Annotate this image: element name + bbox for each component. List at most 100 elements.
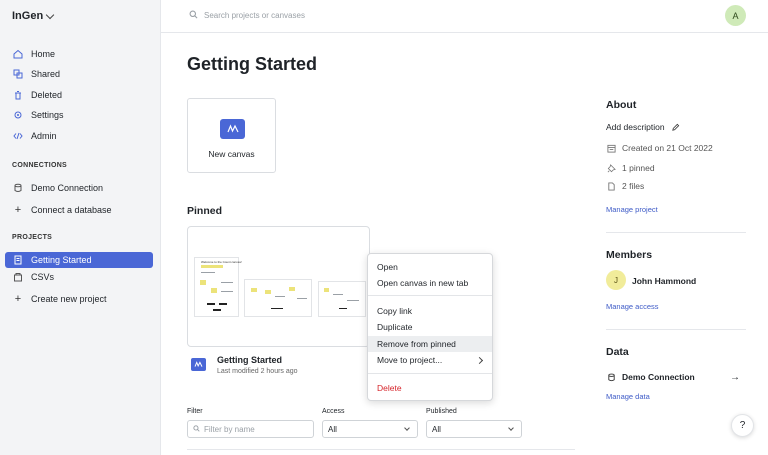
sidebar-item-label: Getting Started xyxy=(31,255,92,265)
pencil-icon xyxy=(671,122,681,132)
sidebar-item-csvs[interactable]: CSVs xyxy=(5,269,153,285)
plus-icon: + xyxy=(14,293,22,305)
menu-item-open[interactable]: Open xyxy=(368,259,492,275)
add-description-button[interactable]: Add description xyxy=(606,122,681,132)
data-connection-name: Demo Connection xyxy=(622,372,695,382)
pinned-card-title: Getting Started xyxy=(217,355,283,365)
sidebar-item-label: Settings xyxy=(31,110,64,120)
page-title: Getting Started xyxy=(187,54,318,74)
menu-item-label: Delete xyxy=(377,383,402,393)
menu-item-move-to-project[interactable]: Move to project... xyxy=(368,352,492,368)
gear-icon xyxy=(13,110,23,120)
menu-item-label: Duplicate xyxy=(377,322,413,332)
sidebar-item-deleted[interactable]: Deleted xyxy=(5,87,153,103)
sidebar-item-shared[interactable]: Shared xyxy=(5,66,153,82)
manage-data-link[interactable]: Manage data xyxy=(606,392,650,401)
chevron-right-icon xyxy=(475,356,484,364)
sidebar-item-demo-connection[interactable]: Demo Connection xyxy=(5,180,153,196)
sidebar: InGen Home Shared Deleted Settings Admin… xyxy=(0,0,161,455)
thumbnail-title: Welcome to the Count canvas! xyxy=(201,260,242,264)
code-icon xyxy=(13,131,23,141)
pin-icon xyxy=(606,163,616,173)
data-connection-item[interactable]: Demo Connection → xyxy=(606,372,746,383)
divider xyxy=(606,232,746,233)
about-heading: About xyxy=(606,99,637,111)
search-input[interactable]: Search projects or canvases xyxy=(189,10,305,21)
sidebar-item-label: Connect a database xyxy=(31,205,112,215)
filter-label: Filter xyxy=(187,408,203,415)
sidebar-item-settings[interactable]: Settings xyxy=(5,107,153,123)
published-value: All xyxy=(432,424,441,434)
sidebar-item-home[interactable]: Home xyxy=(5,46,153,62)
search-placeholder: Search projects or canvases xyxy=(204,11,305,20)
calendar-icon xyxy=(606,143,616,153)
menu-item-label: Copy link xyxy=(377,306,412,316)
chevron-down-icon xyxy=(404,425,410,431)
sidebar-item-admin[interactable]: Admin xyxy=(5,128,153,144)
new-canvas-label: New canvas xyxy=(208,149,255,159)
workspace-switcher[interactable]: InGen xyxy=(12,10,55,22)
manage-project-link[interactable]: Manage project xyxy=(606,205,658,214)
arrow-right-icon: → xyxy=(730,372,740,383)
sidebar-item-create-project[interactable]: + Create new project xyxy=(5,291,153,307)
filter-placeholder: Filter by name xyxy=(204,424,255,434)
published-label: Published xyxy=(426,408,457,415)
database-icon xyxy=(606,372,616,382)
menu-divider xyxy=(368,373,492,374)
divider xyxy=(187,449,575,450)
pinned-card-subtitle: Last modified 2 hours ago xyxy=(217,368,298,375)
files-count-text: 2 files xyxy=(622,181,645,191)
canvas-thumbnail: Welcome to the Count canvas! xyxy=(194,257,366,317)
menu-divider xyxy=(368,295,492,296)
menu-item-duplicate[interactable]: Duplicate xyxy=(368,319,492,335)
add-description-label: Add description xyxy=(606,122,665,132)
pinned-count: 1 pinned xyxy=(606,163,655,173)
filter-input[interactable]: Filter by name xyxy=(187,420,314,438)
pinned-count-text: 1 pinned xyxy=(622,163,655,173)
sidebar-item-label: Shared xyxy=(31,69,61,79)
created-date-text: Created on 21 Oct 2022 xyxy=(622,143,713,153)
project-icon xyxy=(13,255,23,265)
sidebar-item-label: Home xyxy=(31,49,56,59)
help-button[interactable]: ? xyxy=(731,414,754,437)
user-avatar[interactable]: A xyxy=(725,5,746,26)
menu-item-open-new-tab[interactable]: Open canvas in new tab xyxy=(368,275,492,291)
manage-access-link[interactable]: Manage access xyxy=(606,302,659,311)
database-icon xyxy=(13,183,23,193)
published-select[interactable]: All xyxy=(426,420,522,438)
menu-item-remove-from-pinned[interactable]: Remove from pinned xyxy=(368,336,492,352)
pinned-canvas-card[interactable]: Welcome to the Count canvas! xyxy=(187,226,370,347)
projects-section-label: PROJECTS xyxy=(12,234,53,241)
pinned-heading: Pinned xyxy=(187,205,223,217)
plus-icon: + xyxy=(14,204,22,216)
chevron-down-icon xyxy=(45,10,55,19)
home-icon xyxy=(13,49,23,59)
data-heading: Data xyxy=(606,346,629,358)
menu-item-label: Move to project... xyxy=(377,355,443,365)
member-name: John Hammond xyxy=(632,276,697,286)
chevron-down-icon xyxy=(508,425,514,431)
canvas-icon xyxy=(220,119,245,139)
menu-item-label: Open xyxy=(377,262,398,272)
trash-icon xyxy=(13,90,23,100)
sidebar-item-connect-database[interactable]: + Connect a database xyxy=(5,202,153,218)
new-canvas-button[interactable]: New canvas xyxy=(187,98,276,173)
search-icon xyxy=(189,10,198,21)
search-icon xyxy=(193,424,200,434)
menu-item-delete[interactable]: Delete xyxy=(368,380,492,396)
file-icon xyxy=(606,181,616,191)
menu-item-label: Remove from pinned xyxy=(377,339,456,349)
access-select[interactable]: All xyxy=(322,420,418,438)
member-avatar: J xyxy=(606,270,626,290)
access-value: All xyxy=(328,424,337,434)
sidebar-item-label: Create new project xyxy=(31,294,107,304)
access-label: Access xyxy=(322,408,345,415)
divider xyxy=(606,329,746,330)
sidebar-item-label: CSVs xyxy=(31,272,55,282)
shared-icon xyxy=(13,69,23,79)
top-bar: Search projects or canvases A xyxy=(161,0,768,33)
sidebar-item-getting-started[interactable]: Getting Started xyxy=(5,252,153,268)
sidebar-item-label: Demo Connection xyxy=(31,183,104,193)
files-count: 2 files xyxy=(606,181,644,191)
menu-item-copy-link[interactable]: Copy link xyxy=(368,303,492,319)
